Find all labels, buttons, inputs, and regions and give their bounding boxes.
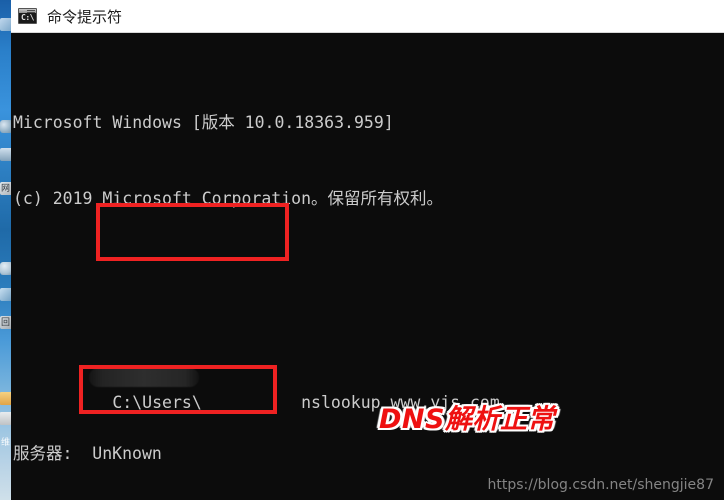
command-prompt-window: C:\ 命令提示符 Microsoft Windows [版本 10.0.183… (11, 0, 724, 500)
terminal-line: 服务器: UnKnown (13, 444, 162, 463)
blog-watermark: https://blog.csdn.net/shengjie87 (487, 477, 714, 493)
cmd-icon-prompt-glyph: C:\ (21, 13, 34, 22)
terminal-output-area[interactable]: Microsoft Windows [版本 10.0.18363.959] (c… (11, 33, 724, 500)
screenshot-root: 维 C:\ 命令提示符 Microsoft Windows [版本 10.0.1… (0, 0, 724, 500)
annotation-dns-ok: DNS解析正常 (379, 404, 555, 435)
terminal-text-buffer: Microsoft Windows [版本 10.0.18363.959] (c… (11, 33, 724, 500)
terminal-line: Microsoft Windows [版本 10.0.18363.959] (13, 112, 394, 132)
terminal-line: (c) 2019 Microsoft Corporation。保留所有权利。 (13, 189, 444, 208)
terminal-line-command-1: C:\Users\ nslookup www.yjs.com (11, 365, 724, 412)
window-title: 命令提示符 (47, 7, 123, 26)
redaction-overlay-username (89, 367, 199, 387)
window-titlebar[interactable]: C:\ 命令提示符 (11, 0, 724, 33)
desktop-icon-label: 维 (0, 437, 10, 447)
cmd-console-icon: C:\ (18, 8, 37, 24)
